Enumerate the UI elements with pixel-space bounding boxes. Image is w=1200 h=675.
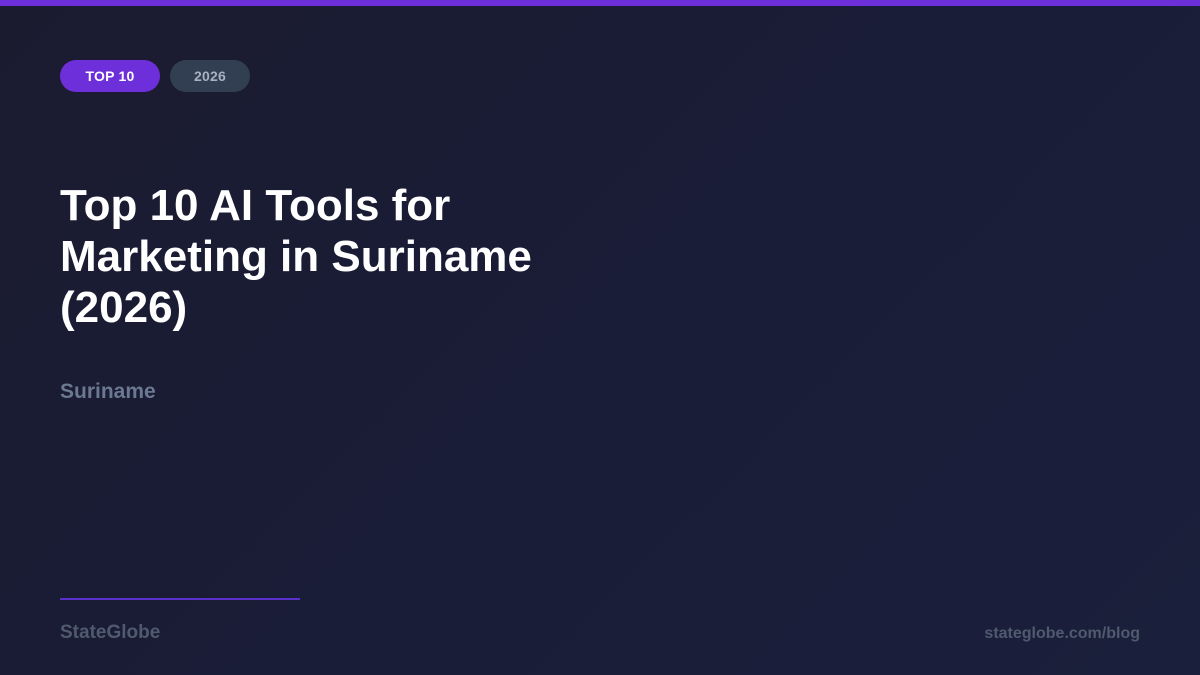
year-badge: 2026 bbox=[170, 60, 250, 92]
category-badge: TOP 10 bbox=[60, 60, 160, 92]
country-subtitle: Suriname bbox=[60, 380, 156, 403]
page-title: Top 10 AI Tools for Marketing in Surinam… bbox=[60, 181, 532, 332]
badge-group: TOP 10 2026 bbox=[60, 60, 250, 92]
brand-name: StateGlobe bbox=[60, 622, 161, 643]
blog-url: stateglobe.com/blog bbox=[984, 625, 1140, 642]
footer-divider bbox=[60, 598, 300, 600]
top-accent-bar bbox=[0, 0, 1200, 6]
blog-cover-card: TOP 10 2026 Top 10 AI Tools for Marketin… bbox=[0, 0, 1200, 675]
